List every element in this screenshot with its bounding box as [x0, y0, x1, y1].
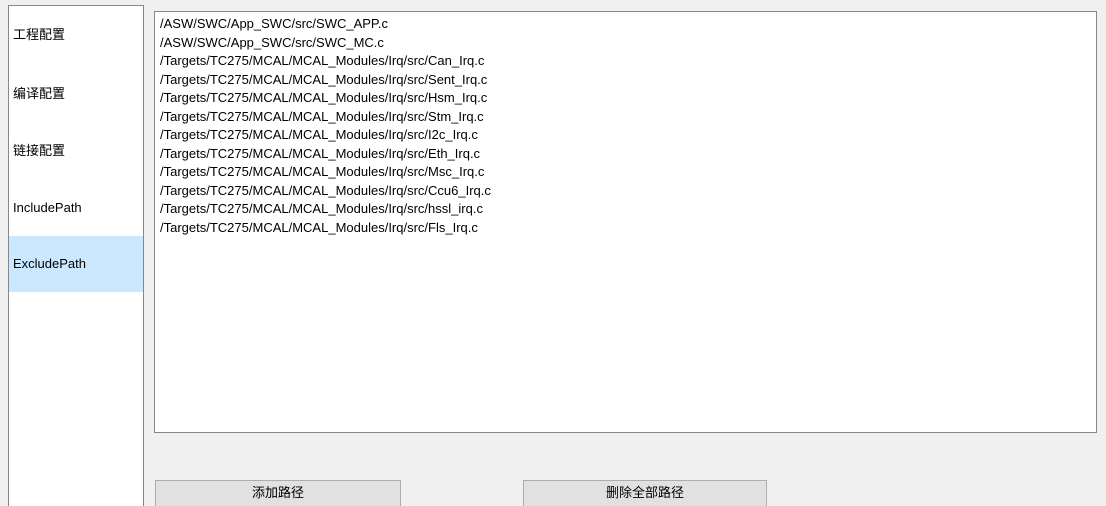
- path-list: /ASW/SWC/App_SWC/src/SWC_APP.c /ASW/SWC/…: [160, 15, 491, 237]
- list-item[interactable]: /Targets/TC275/MCAL/MCAL_Modules/Irq/src…: [160, 71, 491, 90]
- list-item[interactable]: /Targets/TC275/MCAL/MCAL_Modules/Irq/src…: [160, 163, 491, 182]
- list-item[interactable]: /Targets/TC275/MCAL/MCAL_Modules/Irq/src…: [160, 200, 491, 219]
- settings-window: 工程配置 编译配置 链接配置 IncludePath ExcludePath /…: [0, 0, 1106, 506]
- sidebar-item-project-config[interactable]: 工程配置: [9, 7, 143, 63]
- list-item[interactable]: /Targets/TC275/MCAL/MCAL_Modules/Irq/src…: [160, 52, 491, 71]
- exclude-path-list[interactable]: /ASW/SWC/App_SWC/src/SWC_APP.c /ASW/SWC/…: [154, 11, 1097, 433]
- sidebar-item-compile-config[interactable]: 编译配置: [9, 66, 143, 122]
- list-item[interactable]: /ASW/SWC/App_SWC/src/SWC_MC.c: [160, 34, 491, 53]
- sidebar-item-include-path[interactable]: IncludePath: [9, 180, 143, 236]
- sidebar-item-exclude-path[interactable]: ExcludePath: [9, 236, 143, 292]
- list-item[interactable]: /Targets/TC275/MCAL/MCAL_Modules/Irq/src…: [160, 126, 491, 145]
- list-item[interactable]: /Targets/TC275/MCAL/MCAL_Modules/Irq/src…: [160, 145, 491, 164]
- list-item[interactable]: /Targets/TC275/MCAL/MCAL_Modules/Irq/src…: [160, 219, 491, 238]
- list-item[interactable]: /Targets/TC275/MCAL/MCAL_Modules/Irq/src…: [160, 89, 491, 108]
- list-item[interactable]: /Targets/TC275/MCAL/MCAL_Modules/Irq/src…: [160, 108, 491, 127]
- list-item[interactable]: /ASW/SWC/App_SWC/src/SWC_APP.c: [160, 15, 491, 34]
- add-path-button[interactable]: 添加路径: [155, 480, 401, 506]
- delete-all-paths-button[interactable]: 删除全部路径: [523, 480, 767, 506]
- config-category-list: 工程配置 编译配置 链接配置 IncludePath ExcludePath: [8, 5, 144, 506]
- sidebar-item-link-config[interactable]: 链接配置: [9, 123, 143, 179]
- list-item[interactable]: /Targets/TC275/MCAL/MCAL_Modules/Irq/src…: [160, 182, 491, 201]
